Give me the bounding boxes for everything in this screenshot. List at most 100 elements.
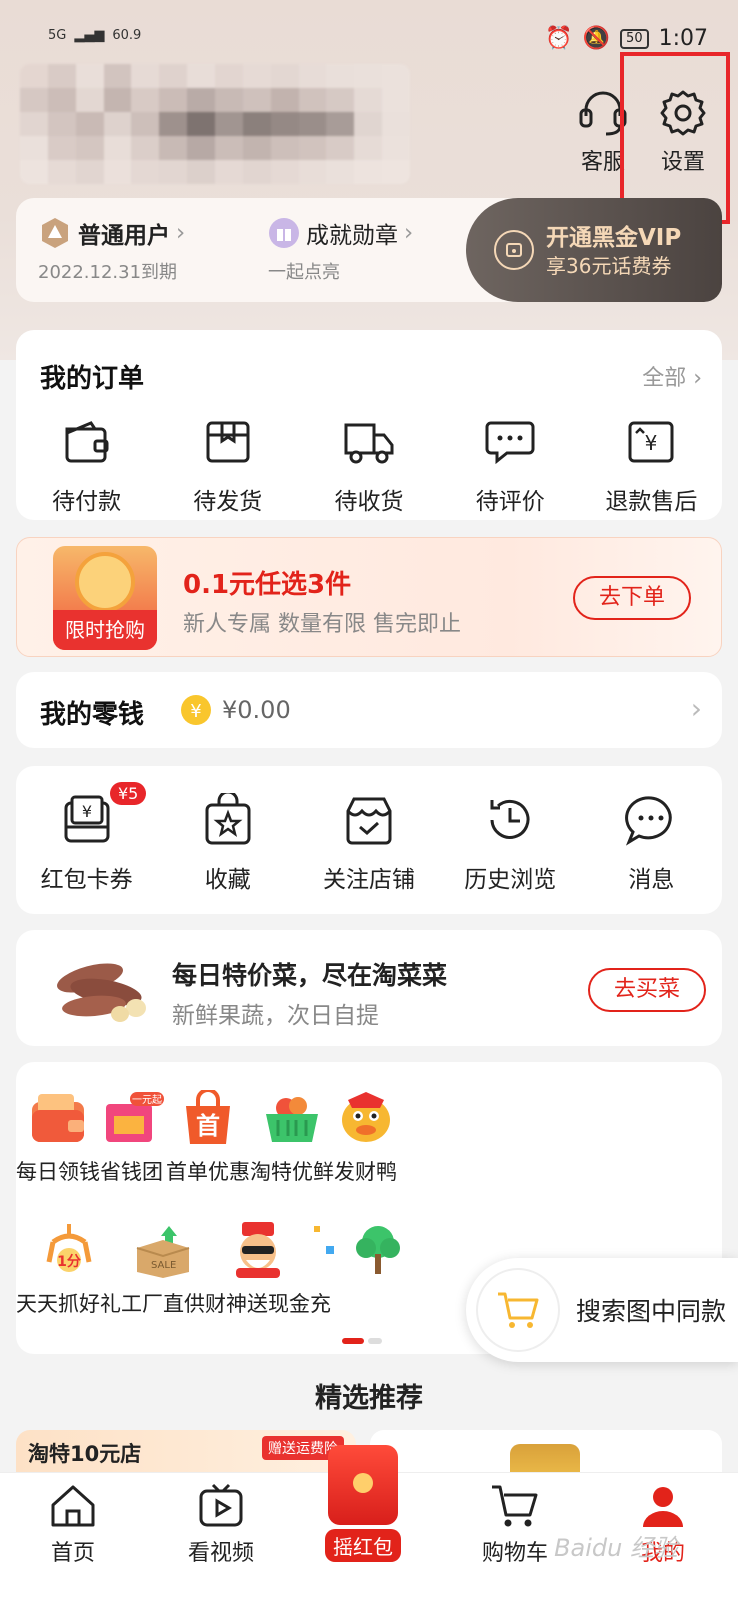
recharge-icon (314, 1226, 334, 1254)
network-label: 5G (48, 28, 67, 43)
home-icon (51, 1485, 95, 1527)
comment-icon (485, 421, 535, 465)
vip-banner[interactable]: 开通黑金VIP 享36元话费券 (466, 198, 722, 302)
search-same-item-float[interactable]: 搜索图中同款 (466, 1258, 738, 1362)
wallet-title: 我的零钱 (40, 700, 145, 730)
favorites-entry[interactable]: 收藏 (157, 790, 298, 894)
services-row-1: 每日领钱 一元起 省钱团 首 首单优惠 淘特优鲜 发财鸭 (16, 1088, 722, 1186)
vip-sub: 享36元话费券 (546, 254, 672, 278)
svg-text:¥: ¥ (82, 802, 92, 821)
service-save-group[interactable]: 一元起 省钱团 (100, 1088, 166, 1186)
orders-all-label: 全部 (642, 366, 687, 391)
tool-label: 关注店铺 (323, 867, 415, 893)
tools-card: ¥ ¥5 红包卡券 收藏 关注店铺 历史浏览 消息 (16, 766, 722, 914)
medal-sub: 一起点亮 (268, 262, 340, 283)
chevron-right-icon: › (690, 692, 702, 725)
member-level[interactable]: 普通用户 › 2022.12.31到期 (38, 216, 185, 284)
history-icon (490, 799, 530, 839)
messages-entry[interactable]: 消息 (581, 790, 722, 894)
level-badge-icon (42, 218, 68, 248)
service-label: 工厂直供 (121, 1292, 205, 1316)
coupons-entry[interactable]: ¥ ¥5 红包卡券 (16, 782, 157, 894)
blurred-avatar-username[interactable] (20, 64, 410, 184)
cart-circle (476, 1268, 560, 1352)
coin-icon: ¥ (181, 695, 211, 725)
search-same-label: 搜索图中同款 (576, 1297, 727, 1326)
claw-gift-icon: 1分 (46, 1224, 91, 1272)
orders-title: 我的订单 (40, 364, 145, 394)
claw-gift-tag: 1分 (57, 1254, 81, 1270)
membership-card: 普通用户 › 2022.12.31到期 成就勋章 › 一起点亮 开通黑金VIP … (16, 198, 722, 302)
sweet-potato-image (57, 963, 146, 1022)
refund-icon: ¥ (628, 421, 674, 463)
order-refund[interactable]: ¥ 退款售后 (581, 412, 722, 516)
order-pending-payment[interactable]: 待付款 (16, 412, 157, 516)
service-recharge[interactable]: 充 (310, 1220, 350, 1318)
tab-label: 购物车 (481, 1541, 548, 1566)
video-icon (199, 1483, 243, 1527)
status-right: ⏰ 🔕 50 1:07 (545, 26, 708, 51)
service-fortune-god[interactable]: 财神送现金 (205, 1220, 310, 1318)
battery-icon: 50 (620, 28, 649, 49)
chevron-right-icon: › (404, 220, 414, 246)
user-icon (643, 1487, 683, 1527)
tab-shake-red-packet[interactable]: 摇红包 (318, 1445, 408, 1565)
member-expiry: 2022.12.31到期 (38, 262, 178, 283)
favorite-icon (205, 793, 251, 845)
coupon-icon: ¥ (64, 795, 110, 843)
tab-label: 看视频 (187, 1541, 254, 1566)
coupon-badge: ¥5 (110, 782, 147, 805)
service-label: 首单优惠 (166, 1160, 250, 1184)
order-label: 待收货 (334, 489, 404, 515)
dot-active (342, 1338, 364, 1344)
buy-groceries-button[interactable]: 去买菜 (588, 968, 706, 1012)
service-fresh[interactable]: 淘特优鲜 (250, 1088, 334, 1186)
carousel-dots (342, 1338, 382, 1344)
cart-icon (492, 1485, 538, 1527)
flash-sale-banner[interactable]: 限时抢购 0.1元任选3件 新人专属 数量有限 售完即止 去下单 (16, 537, 722, 657)
service-tree[interactable] (350, 1220, 406, 1318)
vip-title: 开通黑金VIP (546, 225, 682, 251)
status-left: 5G ▂▄▆ 60.9 (48, 28, 141, 43)
service-label: 省钱团 (100, 1160, 163, 1184)
tab-home[interactable]: 首页 (18, 1483, 128, 1567)
service-label: 每日领钱 (16, 1160, 100, 1184)
alarm-icon: ⏰ (545, 26, 573, 51)
svg-text:¥: ¥ (190, 701, 201, 722)
gift-medal-icon (269, 218, 299, 248)
order-pending-receipt[interactable]: 待收货 (298, 412, 439, 516)
duck-icon (341, 1092, 390, 1142)
order-label: 待发货 (193, 489, 263, 515)
order-label: 待付款 (52, 489, 122, 515)
money-wallet-icon (32, 1094, 84, 1142)
order-label: 待评价 (475, 489, 545, 515)
fruit-basket-icon (266, 1097, 318, 1142)
achievement-medal[interactable]: 成就勋章 › 一起点亮 (268, 216, 413, 284)
service-claw-gift[interactable]: 1分 天天抓好礼 (16, 1220, 121, 1318)
service-daily-money[interactable]: 每日领钱 (16, 1088, 100, 1186)
chevron-right-icon: › (176, 220, 186, 246)
orders-all-link[interactable]: 全部 › (642, 360, 702, 392)
service-label: 充 (310, 1292, 331, 1316)
wallet-card[interactable]: 我的零钱 ¥ ¥0.00 › (16, 672, 722, 748)
tab-video[interactable]: 看视频 (166, 1483, 276, 1567)
profile-header: 5G ▂▄▆ 60.9 ⏰ 🔕 50 1:07 客服 设置 (0, 0, 738, 360)
history-entry[interactable]: 历史浏览 (440, 790, 581, 894)
signal-icon: ▂▄▆ (74, 28, 105, 43)
dot-inactive (368, 1338, 382, 1344)
speed-label: 60.9 (112, 28, 142, 43)
service-label: 天天抓好礼 (16, 1292, 121, 1316)
member-level-label: 普通用户 (78, 223, 170, 249)
order-pending-shipment[interactable]: 待发货 (157, 412, 298, 516)
mute-icon: 🔕 (582, 26, 611, 51)
service-lucky-duck[interactable]: 发财鸭 (334, 1088, 397, 1186)
fresh-title: 每日特价菜，尽在淘菜菜 (172, 961, 448, 990)
service-first-order[interactable]: 首 首单优惠 (166, 1088, 250, 1186)
order-pending-review[interactable]: 待评价 (440, 412, 581, 516)
service-factory[interactable]: SALE 工厂直供 (121, 1220, 205, 1318)
followed-stores-entry[interactable]: 关注店铺 (298, 790, 439, 894)
place-order-button[interactable]: 去下单 (573, 576, 691, 620)
service-label: 淘特优鲜 (250, 1160, 334, 1184)
truck-icon (344, 423, 394, 464)
fresh-grocery-banner[interactable]: 每日特价菜，尽在淘菜菜 新鲜果蔬，次日自提 去买菜 (16, 930, 722, 1046)
